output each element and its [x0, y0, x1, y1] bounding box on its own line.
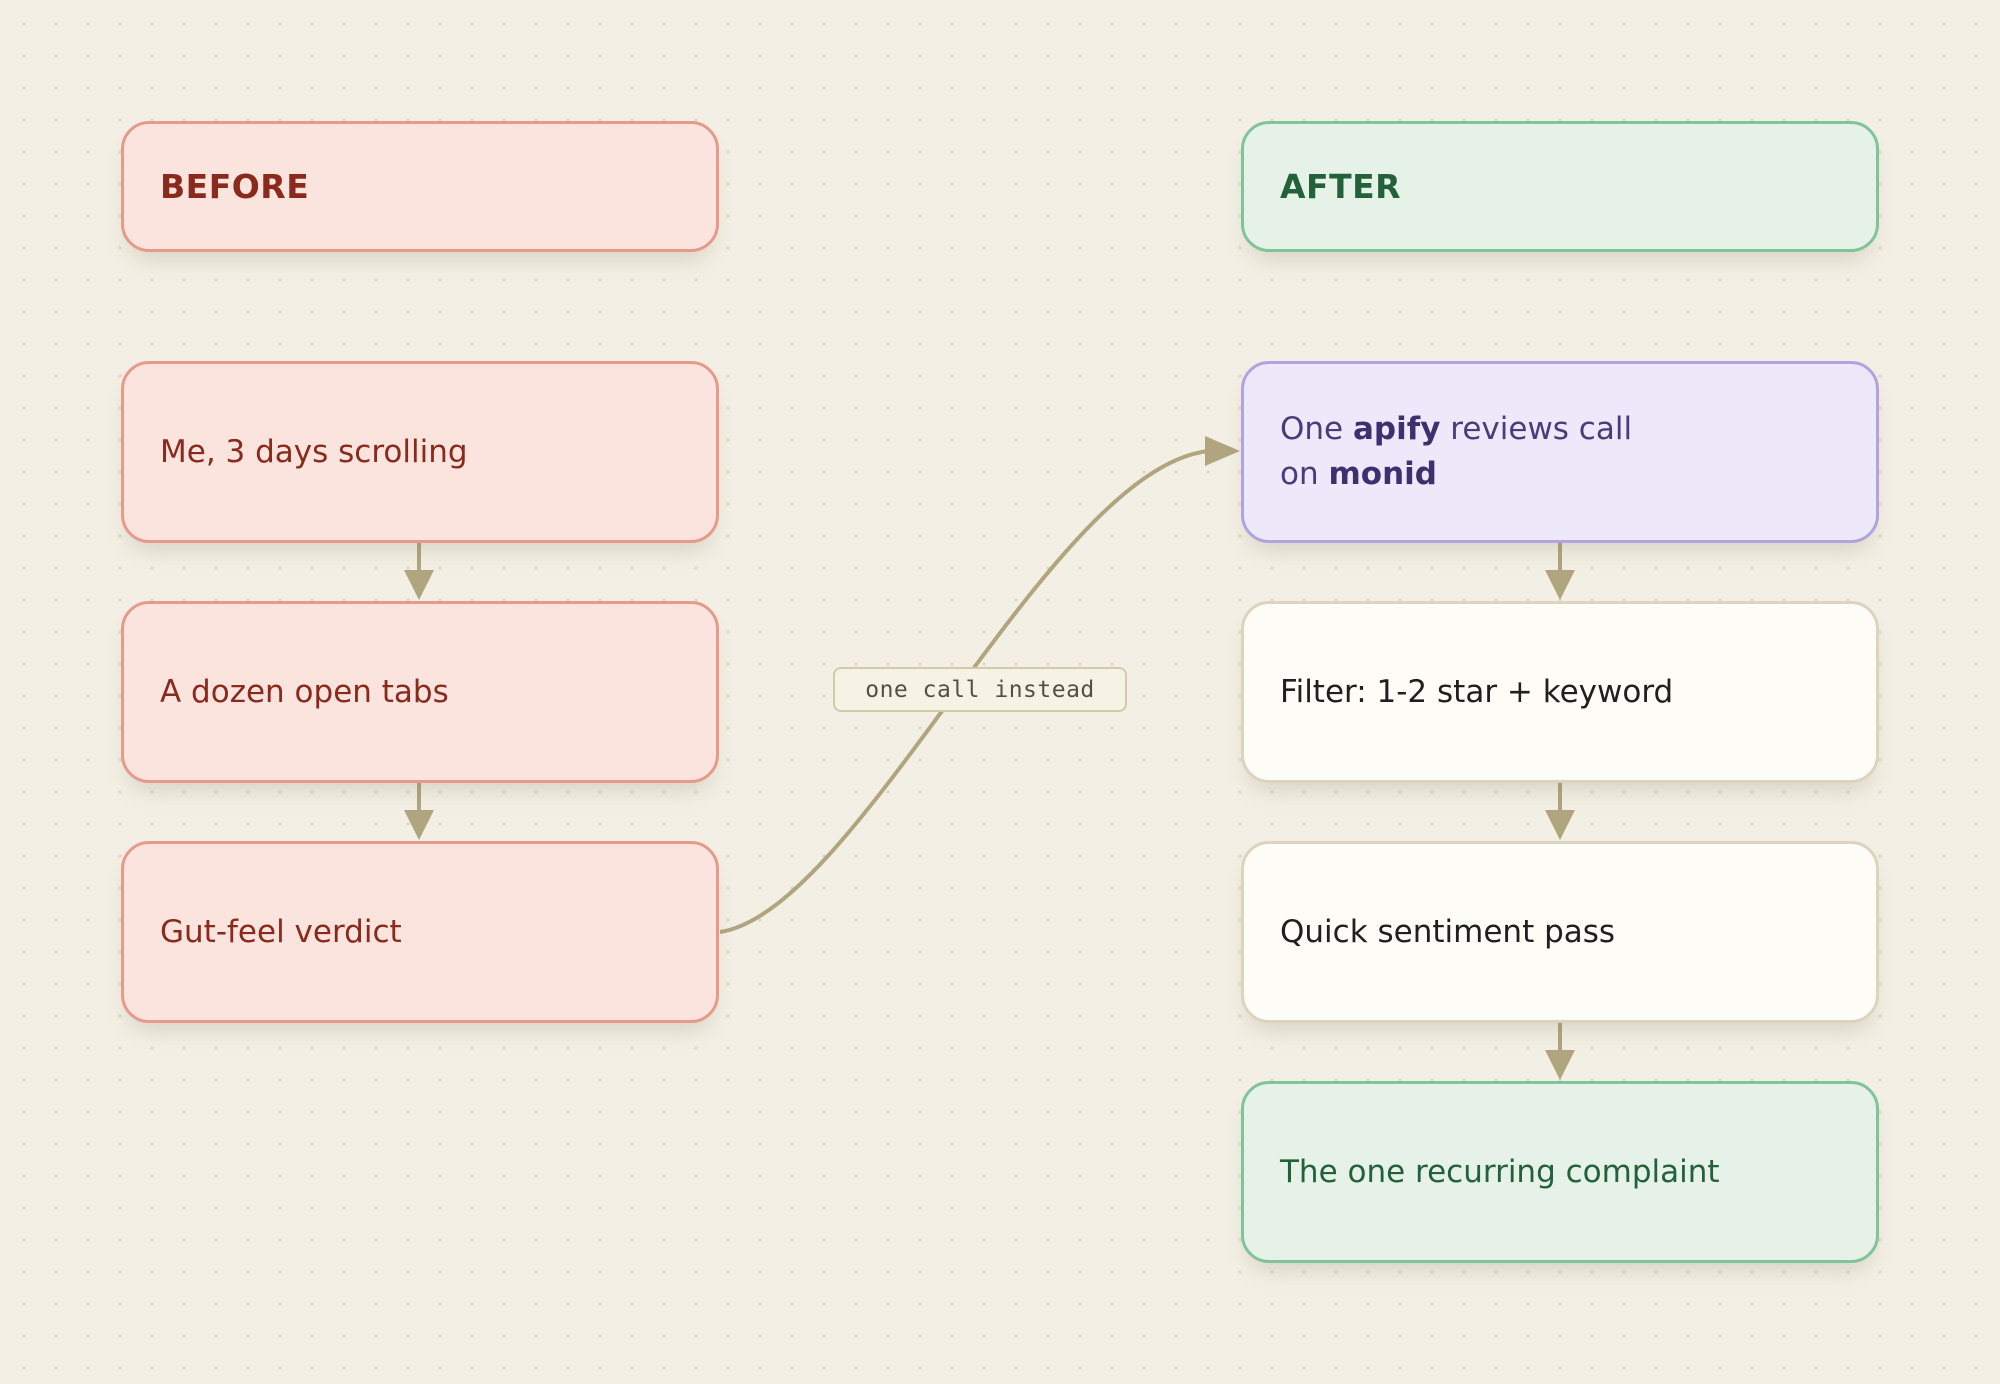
connector-label: one call instead: [833, 667, 1127, 712]
after-step-sentiment: Quick sentiment pass: [1241, 841, 1879, 1023]
arrow-before-1-to-2: [404, 543, 434, 600]
monid-target-name: monid: [1328, 456, 1437, 492]
after-step-api-call: One apify reviews call on monid: [1241, 361, 1879, 543]
before-step-tabs: A dozen open tabs: [121, 601, 719, 783]
before-title-node: BEFORE: [121, 121, 719, 252]
api-call-pre-text: One: [1280, 411, 1353, 447]
api-call-label: One apify reviews call on monid: [1280, 407, 1632, 497]
after-step-filter: Filter: 1-2 star + keyword: [1241, 601, 1879, 783]
before-title: BEFORE: [160, 167, 310, 206]
before-step-label: Gut-feel verdict: [160, 913, 402, 950]
after-step-label: Quick sentiment pass: [1280, 913, 1616, 950]
after-step-label: The one recurring complaint: [1280, 1153, 1720, 1190]
arrow-after-3-to-4: [1545, 1023, 1575, 1080]
after-step-complaint: The one recurring complaint: [1241, 1081, 1879, 1263]
before-step-label: A dozen open tabs: [160, 673, 449, 710]
before-step-verdict: Gut-feel verdict: [121, 841, 719, 1023]
api-call-line2-pre: on: [1280, 456, 1329, 492]
arrow-after-2-to-3: [1545, 783, 1575, 840]
after-title: AFTER: [1280, 167, 1402, 206]
arrow-before-2-to-3: [404, 783, 434, 840]
after-step-label: Filter: 1-2 star + keyword: [1280, 673, 1674, 710]
after-title-node: AFTER: [1241, 121, 1879, 252]
before-step-scrolling: Me, 3 days scrolling: [121, 361, 719, 543]
apify-tool-name: apify: [1352, 411, 1441, 447]
arrow-after-1-to-2: [1545, 543, 1575, 600]
before-step-label: Me, 3 days scrolling: [160, 433, 468, 470]
api-call-mid-text: reviews call: [1440, 411, 1633, 447]
